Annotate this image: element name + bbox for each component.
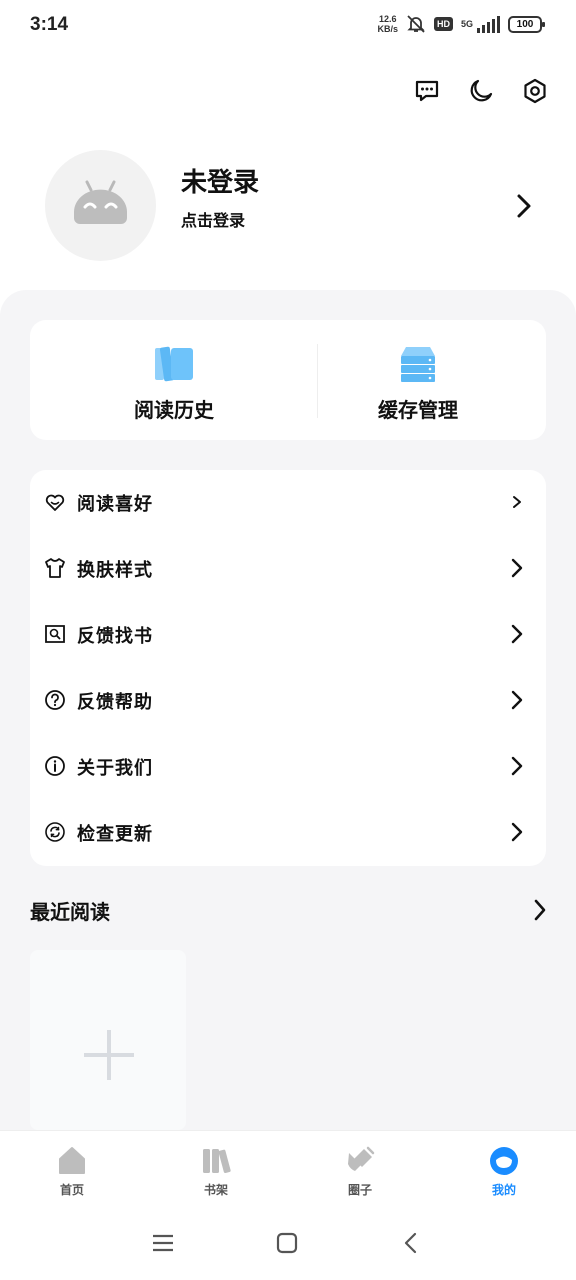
- chevron-right-icon: [511, 558, 523, 578]
- mute-bell-icon: [407, 15, 425, 33]
- home-square-icon[interactable]: [276, 1232, 298, 1254]
- menu-icon[interactable]: [152, 1232, 174, 1254]
- chevron-right-icon[interactable]: [514, 192, 534, 220]
- tab-home[interactable]: 首页: [32, 1145, 112, 1198]
- login-prompt[interactable]: 点击登录: [181, 207, 245, 231]
- menu-item-about-us[interactable]: 关于我们: [30, 734, 546, 800]
- status-time: 3:14: [30, 14, 69, 35]
- header-actions: [414, 78, 548, 104]
- signal-icon: [477, 15, 500, 33]
- status-indicators: 12.6 KB/s HD 5G 100: [377, 14, 545, 34]
- chevron-right-icon: [511, 822, 523, 842]
- status-bar: 3:14 12.6 KB/s HD 5G 100: [0, 0, 576, 54]
- settings-menu-card: 阅读喜好 换肤样式 反馈找书 反馈帮助 关于我们 检查更新: [30, 470, 546, 866]
- tab-circle[interactable]: 圈子: [320, 1145, 400, 1198]
- settings-icon[interactable]: [522, 78, 548, 104]
- tab-bookshelf[interactable]: 书架: [176, 1145, 256, 1198]
- profile-name[interactable]: 未登录: [181, 162, 259, 199]
- menu-item-check-update[interactable]: 检查更新: [30, 800, 546, 866]
- circle-icon: [348, 1146, 375, 1171]
- menu-item-feedback-find-book[interactable]: 反馈找书: [30, 602, 546, 668]
- heart-icon: [45, 494, 65, 511]
- profile-icon: [490, 1147, 518, 1175]
- menu-item-reading-preferences[interactable]: 阅读喜好: [30, 470, 546, 536]
- menu-item-skin-style[interactable]: 换肤样式: [30, 536, 546, 602]
- plus-icon: [84, 1030, 134, 1080]
- network-speed: 12.6 KB/s: [377, 14, 398, 34]
- chevron-right-icon: [511, 690, 523, 710]
- tshirt-icon: [45, 558, 65, 578]
- cache-management-button[interactable]: 缓存管理: [318, 344, 518, 423]
- history-books-icon: [155, 346, 193, 382]
- info-icon: [45, 756, 65, 776]
- menu-item-feedback-help[interactable]: 反馈帮助: [30, 668, 546, 734]
- message-icon[interactable]: [414, 78, 440, 104]
- search-book-icon: [45, 625, 65, 643]
- bottom-navigation: 首页 书架 圈子 我的: [0, 1130, 576, 1210]
- battery-icon: 100: [508, 15, 545, 33]
- signal-label: 5G: [460, 19, 473, 29]
- avatar[interactable]: [45, 150, 156, 261]
- quick-actions-card: 阅读历史 缓存管理: [30, 320, 546, 440]
- cache-server-icon: [401, 347, 435, 382]
- reading-history-button[interactable]: 阅读历史: [74, 344, 274, 423]
- chevron-right-icon: [511, 756, 523, 776]
- recent-reading-title[interactable]: 最近阅读: [30, 896, 110, 925]
- tab-profile[interactable]: 我的: [464, 1145, 544, 1198]
- chevron-right-icon: [511, 624, 523, 644]
- moon-icon[interactable]: [468, 78, 494, 104]
- bookshelf-icon: [203, 1149, 231, 1174]
- system-navigation-bar: [0, 1210, 576, 1280]
- chevron-right-icon: [513, 496, 521, 508]
- refresh-icon: [45, 822, 65, 842]
- back-icon[interactable]: [402, 1232, 420, 1254]
- home-icon: [59, 1147, 85, 1174]
- help-icon: [45, 690, 65, 710]
- hd-badge: HD: [433, 17, 453, 31]
- chevron-right-icon[interactable]: [532, 898, 548, 922]
- add-recent-book-card[interactable]: [30, 950, 186, 1130]
- robot-avatar-icon: [74, 180, 127, 224]
